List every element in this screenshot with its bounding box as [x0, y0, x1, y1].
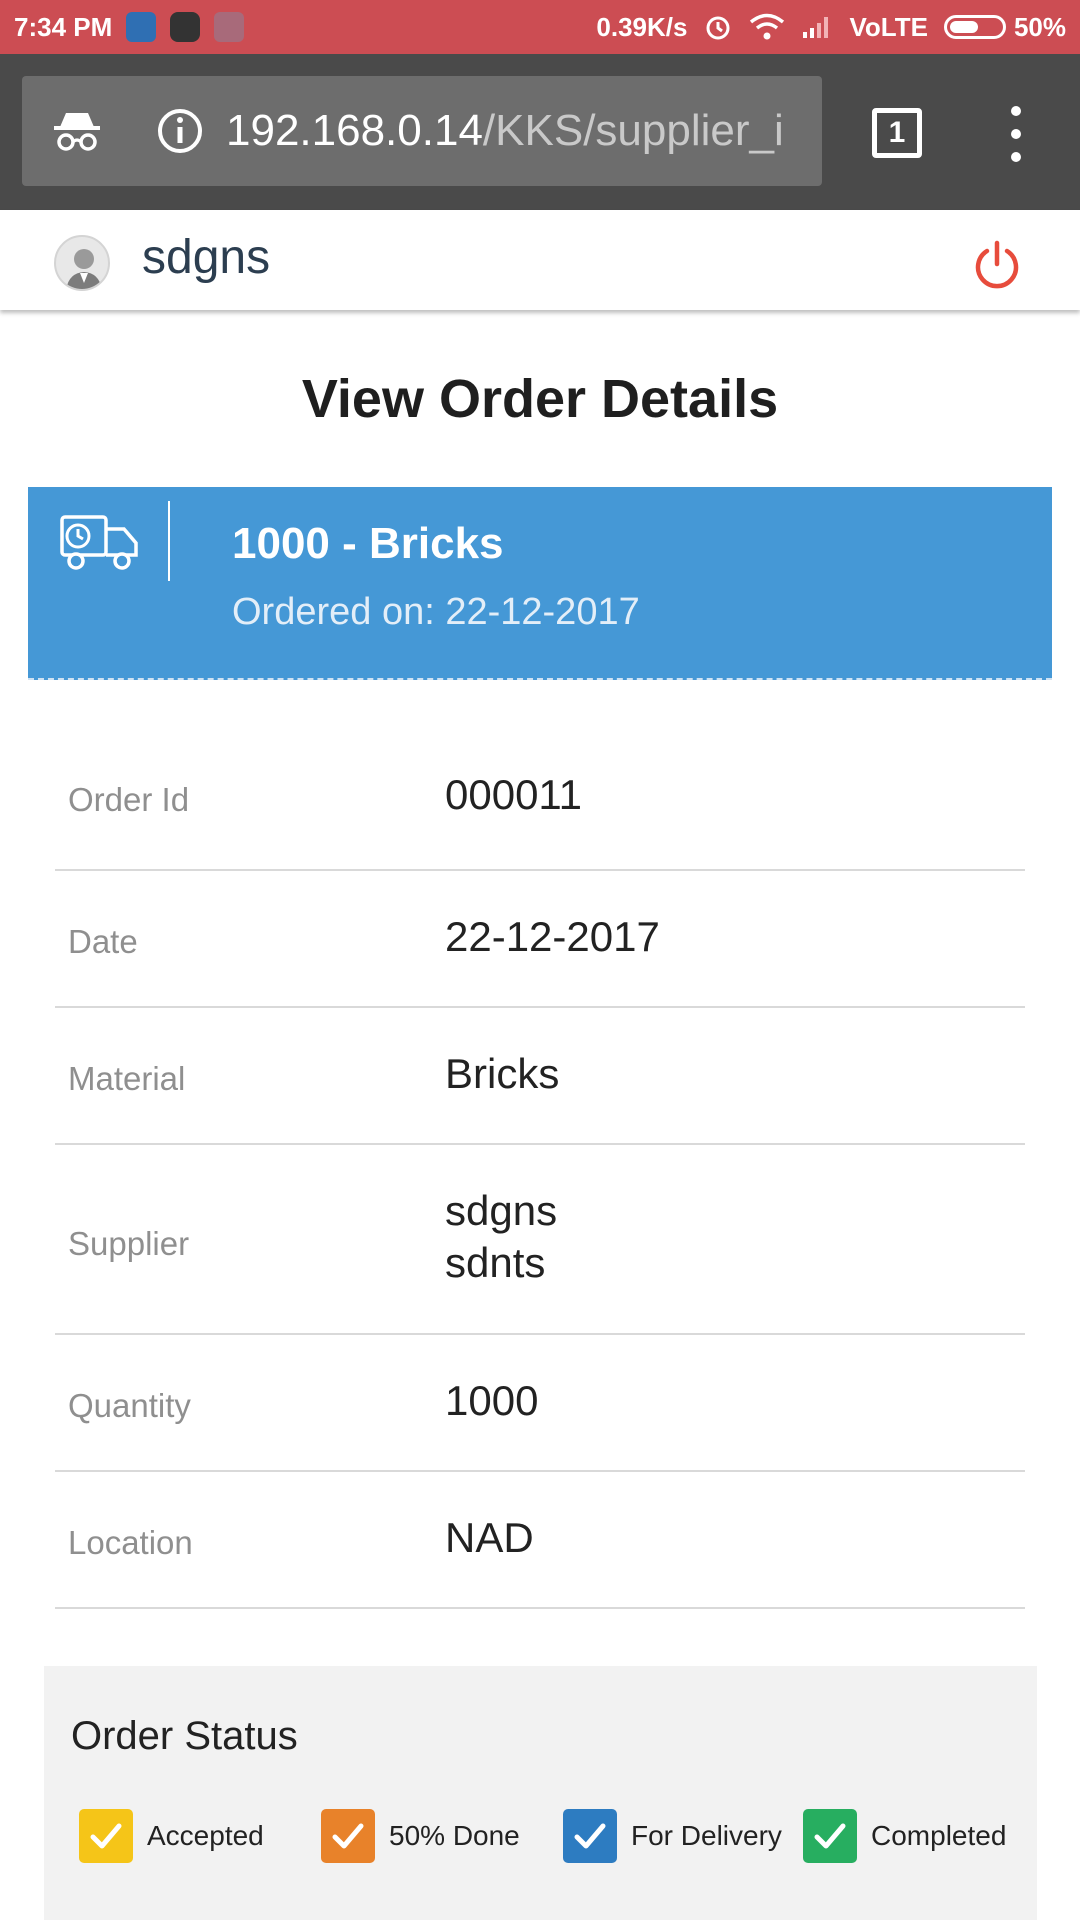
avatar[interactable]	[54, 235, 110, 291]
incognito-icon[interactable]	[22, 76, 132, 186]
order-banner-subtitle: Ordered on: 22-12-2017	[232, 591, 640, 633]
signal-icon	[803, 17, 829, 38]
detail-row-date: Date 22-12-2017	[55, 871, 1025, 1008]
legend-label: Completed	[871, 1820, 1007, 1851]
detail-row-quantity: Quantity 1000	[55, 1335, 1025, 1472]
network-type: VoLTE	[849, 11, 928, 42]
detail-label: Supplier	[68, 1225, 190, 1262]
battery-level: 50%	[1013, 11, 1066, 42]
info-icon[interactable]	[156, 107, 204, 155]
order-status-legend: Accepted 50% Done For Delivery Completed	[79, 1809, 1029, 1865]
power-icon[interactable]	[970, 238, 1024, 292]
detail-row-material: Material Bricks	[55, 1008, 1025, 1145]
page-title: View Order Details	[301, 369, 779, 429]
check-icon	[803, 1809, 857, 1863]
detail-value: 22-12-2017	[445, 913, 660, 960]
legend-label: For Delivery	[631, 1820, 782, 1851]
url-path: /KKS/supplier_i	[482, 106, 784, 155]
check-icon	[563, 1809, 617, 1863]
detail-label: Location	[68, 1524, 193, 1561]
order-banner-title: 1000 - Bricks	[232, 519, 504, 568]
detail-row-supplier: Supplier sdgns sdnts	[55, 1145, 1025, 1335]
chrome-notification-icon	[170, 12, 201, 42]
tab-switcher-button[interactable]: 1	[872, 108, 922, 158]
order-details-table: Order Id 000011 Date 22-12-2017 Material…	[55, 725, 1025, 1609]
url-host: 192.168.0.14	[226, 106, 483, 155]
battery-indicator: 50%	[943, 11, 1066, 43]
notification-app-icon	[126, 12, 157, 42]
supplier-name-line1: sdgns	[445, 1187, 558, 1234]
status-50-done: 50% Done	[321, 1809, 520, 1863]
legend-label: Accepted	[147, 1820, 264, 1851]
url-text[interactable]: 192.168.0.14/KKS/supplier_i	[226, 106, 784, 156]
app-header: sdgns	[0, 210, 1080, 310]
detail-value: Bricks	[445, 1050, 560, 1097]
detail-label: Quantity	[68, 1387, 191, 1424]
status-for-delivery: For Delivery	[563, 1809, 782, 1863]
order-status-panel: Order Status Accepted 50% Done For Deliv…	[44, 1666, 1037, 1920]
detail-value: 000011	[445, 771, 583, 818]
wifi-icon	[750, 13, 785, 40]
net-speed: 0.39K/s	[596, 11, 688, 42]
alarm-icon	[706, 16, 730, 40]
detail-row-order-id: Order Id 000011	[55, 725, 1025, 871]
delivery-truck-icon	[60, 515, 138, 570]
battery-icon	[943, 15, 1006, 39]
legend-label: 50% Done	[389, 1820, 520, 1851]
order-banner: 1000 - Bricks Ordered on: 22-12-2017	[28, 487, 1052, 680]
banner-divider	[168, 501, 170, 581]
username: sdgns	[142, 231, 271, 284]
browser-toolbar: 192.168.0.14/KKS/supplier_i 1	[0, 54, 1080, 210]
notification-app-icon	[214, 12, 245, 42]
status-time: 7:34 PM	[14, 11, 113, 42]
address-bar[interactable]: 192.168.0.14/KKS/supplier_i	[132, 76, 822, 186]
detail-value: 1000	[445, 1377, 539, 1424]
supplier-name-line2: sdnts	[445, 1239, 546, 1286]
detail-value: NAD	[445, 1514, 534, 1561]
status-bar: 7:34 PM 0.39K/s VoLTE 50%	[0, 0, 1080, 54]
order-status-title: Order Status	[71, 1714, 298, 1758]
check-icon	[79, 1809, 133, 1863]
check-icon	[321, 1809, 375, 1863]
status-completed: Completed	[803, 1809, 1006, 1863]
detail-label: Material	[68, 1060, 186, 1097]
detail-row-location: Location NAD	[55, 1472, 1025, 1609]
detail-value: sdgns sdnts	[445, 1185, 557, 1289]
detail-label: Date	[68, 923, 138, 960]
status-accepted: Accepted	[79, 1809, 264, 1863]
detail-label: Order Id	[68, 781, 190, 818]
more-menu-icon[interactable]	[1004, 106, 1028, 162]
